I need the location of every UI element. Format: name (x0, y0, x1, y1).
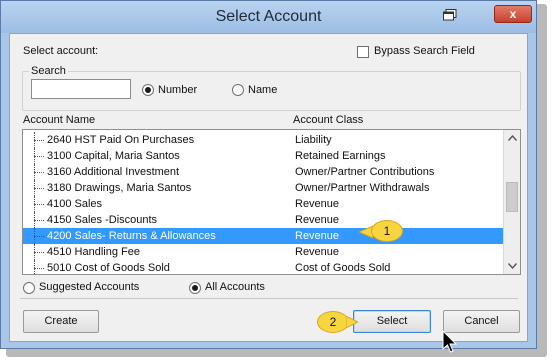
account-class: Owner/Partner Contributions (295, 166, 435, 178)
account-class: Liability (295, 134, 332, 146)
list-item[interactable]: 3100 Capital, Maria Santos Retained Earn… (23, 148, 503, 164)
list-item[interactable]: 4510 Handling Fee Revenue (23, 244, 503, 260)
search-name-radio[interactable] (232, 84, 244, 96)
list-item-selected[interactable]: 4200 Sales- Returns & Allowances Revenue (23, 228, 503, 244)
select-account-label: Select account: (23, 45, 99, 57)
account-name: 4150 Sales -Discounts (47, 214, 158, 226)
select-account-dialog: Select Account x Select account: Bypass … (0, 0, 537, 349)
account-class: Revenue (295, 230, 340, 242)
tree-connector (34, 164, 47, 180)
tree-connector (34, 228, 47, 244)
column-header-account-class[interactable]: Account Class (293, 114, 363, 126)
list-item[interactable]: 4100 Sales Revenue (23, 196, 503, 212)
callout-pointer-icon (346, 315, 358, 329)
bypass-search-label: Bypass Search Field (374, 45, 475, 57)
column-header-account-name[interactable]: Account Name (23, 114, 95, 126)
restore-window-icon[interactable] (443, 9, 457, 21)
tree-connector (34, 180, 47, 196)
divider (20, 298, 518, 299)
account-class: Revenue (295, 246, 340, 258)
list-scrollbar[interactable] (503, 130, 520, 274)
search-input[interactable] (31, 79, 131, 99)
scroll-up-arrow-icon[interactable] (508, 135, 517, 141)
tree-connector (34, 132, 47, 148)
search-name-label: Name (248, 84, 278, 96)
account-name: 5010 Cost of Goods Sold (47, 262, 170, 274)
all-accounts-radio[interactable] (189, 282, 201, 294)
close-icon: x (509, 7, 517, 21)
list-item[interactable]: 4150 Sales -Discounts Revenue (23, 212, 503, 228)
suggested-accounts-label: Suggested Accounts (39, 281, 140, 293)
tree-connector (34, 196, 47, 212)
search-number-label: Number (158, 84, 198, 96)
account-list[interactable]: 2640 HST Paid On Purchases Liability 310… (22, 129, 521, 275)
account-class: Revenue (295, 198, 340, 210)
callout-badge-1: 1 (371, 220, 403, 242)
list-item[interactable]: 3180 Drawings, Maria Santos Owner/Partne… (23, 180, 503, 196)
account-name: 3160 Additional Investment (47, 166, 180, 178)
account-name: 4510 Handling Fee (47, 246, 140, 258)
suggested-accounts-radio[interactable] (23, 282, 35, 294)
account-name: 4200 Sales- Returns & Allowances (47, 230, 216, 242)
tree-connector (34, 212, 47, 228)
tree-connector (34, 148, 47, 164)
list-item[interactable]: 2640 HST Paid On Purchases Liability (23, 132, 503, 148)
close-button[interactable]: x (494, 5, 532, 23)
search-number-radio[interactable] (142, 84, 154, 96)
mouse-cursor-icon (442, 330, 458, 353)
account-class: Retained Earnings (295, 150, 386, 162)
scrollbar-thumb[interactable] (506, 182, 518, 212)
title-bar[interactable]: Select Account x (1, 1, 536, 33)
account-name: 2640 HST Paid On Purchases (47, 134, 195, 146)
create-button[interactable]: Create (23, 310, 99, 333)
account-class: Revenue (295, 214, 340, 226)
account-class: Owner/Partner Withdrawals (295, 182, 430, 194)
list-item[interactable]: 3160 Additional Investment Owner/Partner… (23, 164, 503, 180)
account-class: Cost of Goods Sold (295, 262, 391, 274)
account-name: 3180 Drawings, Maria Santos (47, 182, 192, 194)
all-accounts-label: All Accounts (205, 281, 265, 293)
dialog-body: Select account: Bypass Search Field Sear… (9, 33, 528, 342)
tree-connector (34, 260, 47, 274)
bypass-search-checkbox[interactable] (357, 46, 369, 58)
list-item[interactable]: 5010 Cost of Goods Sold Cost of Goods So… (23, 260, 503, 274)
callout-badge-2: 2 (317, 311, 349, 333)
account-name: 4100 Sales (47, 198, 103, 210)
account-name: 3100 Capital, Maria Santos (47, 150, 180, 162)
select-button[interactable]: Select (353, 310, 431, 333)
search-group-label: Search (29, 65, 68, 77)
tree-connector (34, 244, 47, 260)
scroll-down-arrow-icon[interactable] (508, 263, 517, 269)
